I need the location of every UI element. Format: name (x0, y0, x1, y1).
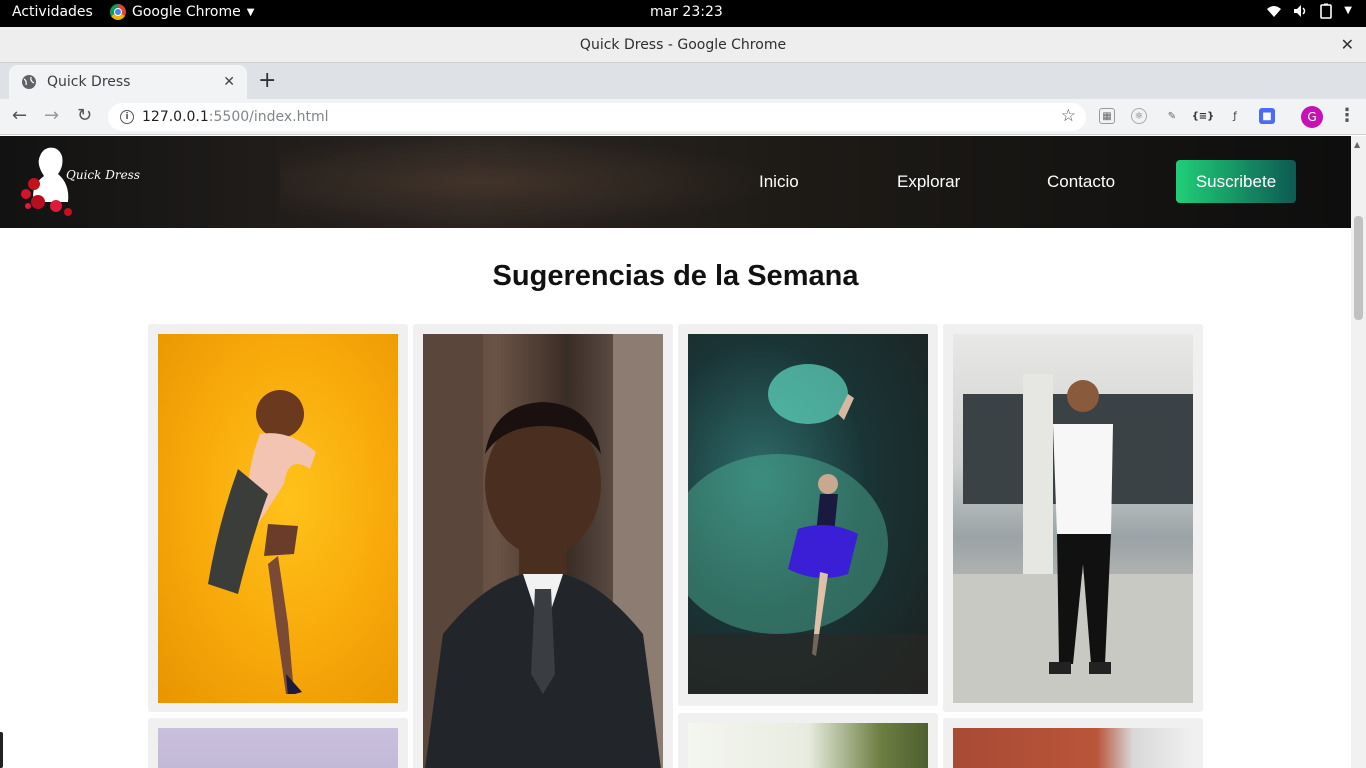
page-viewport: Quick Dress Inicio Explorar Contacto Sus… (0, 136, 1351, 768)
new-tab-icon[interactable]: + (258, 68, 276, 93)
extension-json-icon[interactable]: {≡} (1192, 108, 1215, 124)
tab-close-icon[interactable]: ✕ (223, 74, 235, 90)
model-silhouette-image (208, 390, 316, 694)
nav-explorar[interactable]: Explorar (897, 172, 960, 192)
chrome-icon (110, 4, 126, 20)
extension-grid-icon[interactable]: ▦ (1099, 108, 1115, 124)
photo-man-suit (423, 334, 663, 768)
photo-dancer (688, 334, 928, 694)
gallery-card[interactable] (148, 324, 408, 712)
forward-icon[interactable]: → (44, 105, 59, 126)
photo-lavender (158, 728, 398, 768)
browser-toolbar: ← → ↻ i 127.0.0.1 :5500/index.html ☆ ▦ ⚛… (0, 99, 1366, 135)
app-menu[interactable]: Google Chrome ▼ (110, 4, 254, 20)
scroll-up-icon[interactable]: ▲ (1354, 140, 1360, 149)
system-tray[interactable]: ▼ (1266, 3, 1352, 19)
dock-edge (0, 732, 3, 768)
window-close-icon[interactable]: ✕ (1341, 27, 1354, 63)
volume-icon (1294, 5, 1306, 17)
photo-building (953, 728, 1193, 768)
extension-react-icon[interactable]: ⚛ (1131, 108, 1147, 124)
subscribe-button[interactable]: Suscribete (1176, 160, 1296, 203)
reload-icon[interactable]: ↻ (77, 105, 92, 126)
url-path: :5500/index.html (208, 109, 329, 125)
gallery-card[interactable] (148, 718, 408, 768)
extension-picker-icon[interactable]: ✎ (1164, 108, 1180, 124)
man-suit-image (423, 334, 663, 768)
clock[interactable]: mar 23:23 (650, 4, 723, 20)
photo-fashion-yellow (158, 334, 398, 703)
address-bar[interactable]: i 127.0.0.1 :5500/index.html ☆ (108, 103, 1086, 131)
photo-park (688, 723, 928, 768)
tray-caret-icon: ▼ (1344, 5, 1352, 16)
extension-font-icon[interactable]: ƒ (1227, 108, 1243, 124)
battery-icon (1320, 3, 1333, 19)
window-title: Quick Dress - Google Chrome (579, 37, 787, 53)
caret-down-icon: ▼ (246, 6, 255, 18)
url-host: 127.0.0.1 (142, 109, 209, 125)
tab-quick-dress[interactable]: Quick Dress ✕ (9, 65, 247, 99)
wifi-icon (1267, 6, 1282, 17)
section-title: Sugerencias de la Semana (492, 260, 859, 292)
app-menu-label: Google Chrome (132, 4, 241, 20)
page-scrollbar[interactable]: ▲ (1351, 136, 1366, 768)
chrome-menu-icon[interactable]: ⋮ (1338, 105, 1356, 126)
profile-avatar[interactable]: G (1301, 106, 1323, 128)
man-walking-image (953, 374, 1193, 703)
dancer-image (688, 364, 928, 694)
photo-man-walking (953, 334, 1193, 703)
gallery-card[interactable] (678, 324, 938, 706)
gallery-card[interactable] (943, 718, 1203, 768)
site-header: Quick Dress Inicio Explorar Contacto Sus… (0, 136, 1351, 228)
tab-strip: Quick Dress ✕ + (0, 63, 1366, 99)
scrollbar-thumb[interactable] (1354, 216, 1363, 320)
nav-contacto[interactable]: Contacto (1047, 172, 1115, 192)
system-top-bar: Actividades Google Chrome ▼ mar 23:23 ▼ (0, 0, 1366, 27)
window-title-bar: Quick Dress - Google Chrome ✕ (0, 27, 1366, 63)
gallery-card[interactable] (943, 324, 1203, 712)
globe-icon (22, 75, 36, 89)
gallery-card[interactable] (413, 324, 673, 768)
activities-button[interactable]: Actividades (12, 4, 93, 20)
logo-text: Quick Dress (66, 168, 140, 182)
bookmark-star-icon[interactable]: ☆ (1061, 106, 1076, 126)
back-icon[interactable]: ← (12, 105, 27, 126)
extension-video-icon[interactable]: ■ (1259, 108, 1275, 124)
nav-inicio[interactable]: Inicio (759, 172, 799, 192)
site-info-icon[interactable]: i (120, 110, 134, 124)
gallery-card[interactable] (678, 713, 938, 768)
tab-title: Quick Dress (47, 74, 131, 90)
